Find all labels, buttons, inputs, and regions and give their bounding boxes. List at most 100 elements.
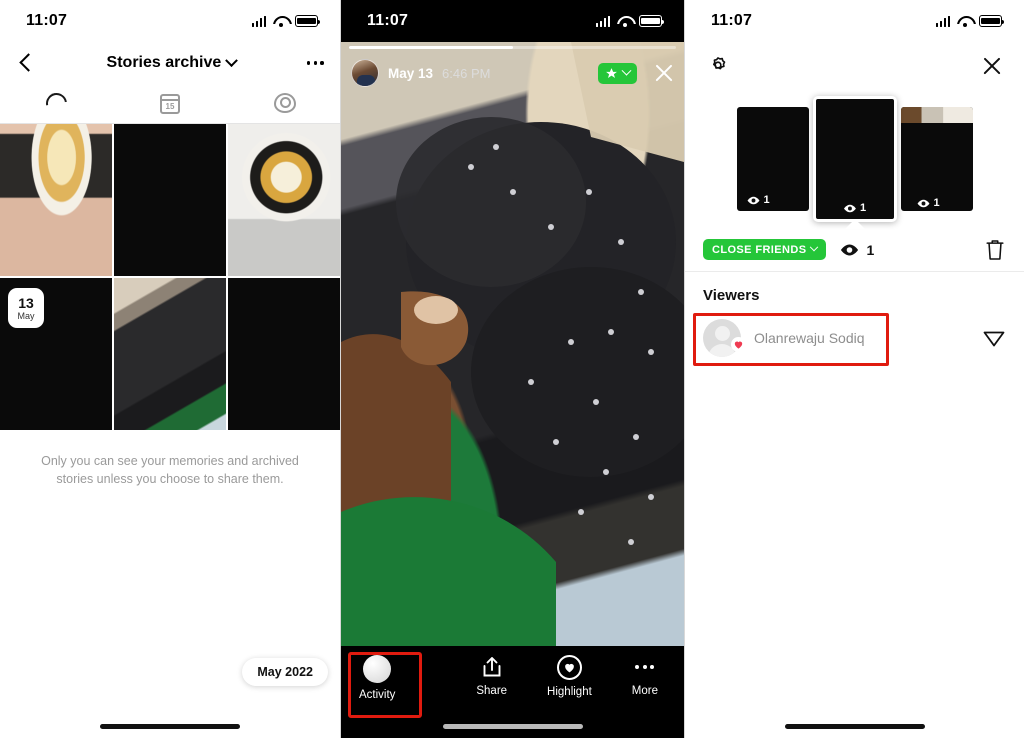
chevron-down-icon — [621, 65, 632, 76]
thumb-view-count: 1 — [843, 202, 866, 214]
close-button[interactable] — [654, 63, 674, 83]
tab-calendar[interactable]: 15 — [113, 93, 226, 114]
back-button[interactable] — [16, 53, 36, 73]
status-indicators — [595, 15, 665, 27]
status-time: 11:07 — [367, 12, 409, 29]
date-badge-month: May — [17, 310, 35, 321]
thumbnail-image — [0, 124, 112, 276]
close-friends-badge[interactable] — [598, 62, 637, 84]
carousel-thumb-prev[interactable]: 1 — [736, 107, 809, 211]
progress-segment — [349, 46, 676, 49]
carousel-caret-icon — [844, 219, 865, 229]
cellular-signal-icon — [935, 15, 950, 27]
thumbnail-image — [228, 278, 340, 430]
thumbnail-image — [114, 278, 226, 430]
view-count-label: 1 — [859, 202, 867, 214]
cellular-signal-icon — [251, 15, 266, 27]
story-time: 6:46 PM — [442, 65, 491, 81]
grid-cell[interactable] — [0, 124, 112, 276]
carousel-thumb-current[interactable]: 1 — [812, 96, 897, 222]
views-counter: 1 — [840, 242, 874, 258]
location-pin-icon — [273, 92, 297, 115]
more-horizontal-icon[interactable] — [306, 61, 324, 65]
highlight-label: Highlight — [547, 686, 592, 698]
grid-cell[interactable] — [114, 124, 226, 276]
chevron-down-icon — [225, 53, 239, 67]
views-count-label: 1 — [866, 241, 875, 258]
status-time: 11:07 — [711, 12, 753, 29]
grid-cell[interactable] — [228, 278, 340, 430]
more-button[interactable]: More — [632, 655, 658, 698]
send-paper-plane-icon[interactable] — [982, 326, 1006, 350]
thumbnail-image — [114, 124, 226, 276]
archive-grid: 13 May — [0, 124, 340, 430]
highlight-button[interactable]: Highlight — [547, 655, 592, 698]
viewers-heading: Viewers — [703, 287, 760, 304]
home-indicator — [784, 724, 925, 729]
grid-cell[interactable] — [228, 124, 340, 276]
grid-cell[interactable]: 13 May — [0, 278, 112, 430]
story-media[interactable] — [341, 42, 684, 646]
story-header: May 13 6:46 PM — [351, 58, 674, 88]
story-photo-detail — [341, 42, 684, 646]
activity-circle-icon — [363, 655, 392, 683]
insights-top-bar — [685, 42, 1024, 90]
calendar-day-label: 15 — [165, 101, 175, 111]
stories-archive-screen: 11:07 Stories archive 15 13 May Only you… — [0, 0, 341, 738]
month-scrubber-pill[interactable]: May 2022 — [242, 658, 328, 686]
story-viewer-screen: 11:07 May 13 6:46 PM Activity Share High… — [341, 0, 684, 738]
date-badge: 13 May — [8, 288, 44, 328]
status-bar-mid: 11:07 — [341, 0, 684, 42]
tab-map[interactable] — [227, 92, 340, 115]
story-insights-screen: 11:07 1 1 1 CLOSE FRIENDS 1 Viewers Olan… — [684, 0, 1024, 738]
wifi-icon — [957, 16, 972, 27]
thumb-view-count: 1 — [747, 194, 770, 206]
cellular-signal-icon — [595, 15, 610, 27]
story-carousel: 1 1 1 — [685, 90, 1024, 229]
stories-circle-icon — [42, 88, 72, 119]
status-indicators — [251, 15, 321, 27]
insights-bar: CLOSE FRIENDS 1 — [685, 228, 1024, 272]
share-label: Share — [476, 685, 508, 697]
three-phone-screenshots: 11:07 Stories archive 15 13 May Only you… — [0, 0, 1024, 738]
view-count-label: 1 — [763, 194, 770, 206]
thumb-view-count: 1 — [917, 197, 940, 209]
eye-icon — [747, 196, 759, 204]
audience-button[interactable]: CLOSE FRIENDS — [703, 239, 827, 260]
activity-label: Activity — [359, 689, 396, 701]
status-indicators — [935, 15, 1005, 27]
archive-header: Stories archive — [0, 42, 340, 84]
wifi-icon — [273, 16, 288, 27]
story-progress-bar — [349, 46, 676, 49]
page-title[interactable]: Stories archive — [106, 53, 239, 72]
date-badge-day: 13 — [18, 294, 34, 311]
activity-button[interactable]: Activity — [359, 655, 395, 701]
page-title-label: Stories archive — [106, 54, 222, 71]
viewers-list: Olanrewaju Sodiq — [685, 312, 1024, 366]
eye-icon — [843, 204, 856, 212]
grid-cell[interactable] — [114, 278, 226, 430]
trash-icon[interactable] — [984, 238, 1006, 262]
archive-privacy-note: Only you can see your memories and archi… — [41, 454, 299, 487]
close-button[interactable] — [982, 56, 1002, 76]
avatar[interactable] — [351, 59, 379, 87]
like-badge — [731, 337, 746, 352]
thumbnail-image — [228, 124, 340, 276]
home-indicator — [100, 724, 240, 729]
star-icon — [606, 67, 617, 78]
highlight-heart-icon — [556, 655, 582, 680]
thumbnail-strip — [900, 107, 973, 123]
archive-tabs: 15 — [0, 84, 340, 124]
carousel-thumb-next[interactable]: 1 — [900, 107, 973, 211]
story-secondary-actions: Share Highlight More — [476, 655, 684, 698]
viewer-row[interactable]: Olanrewaju Sodiq — [685, 312, 1024, 364]
gear-icon[interactable] — [707, 55, 729, 77]
share-up-arrow-icon — [483, 657, 501, 677]
share-button[interactable]: Share — [476, 655, 507, 698]
status-bar-left: 11:07 — [0, 0, 340, 42]
home-indicator — [442, 724, 583, 729]
calendar-icon: 15 — [159, 93, 180, 114]
tab-stories[interactable] — [0, 88, 113, 119]
eye-icon — [917, 199, 929, 207]
battery-icon — [639, 15, 665, 27]
